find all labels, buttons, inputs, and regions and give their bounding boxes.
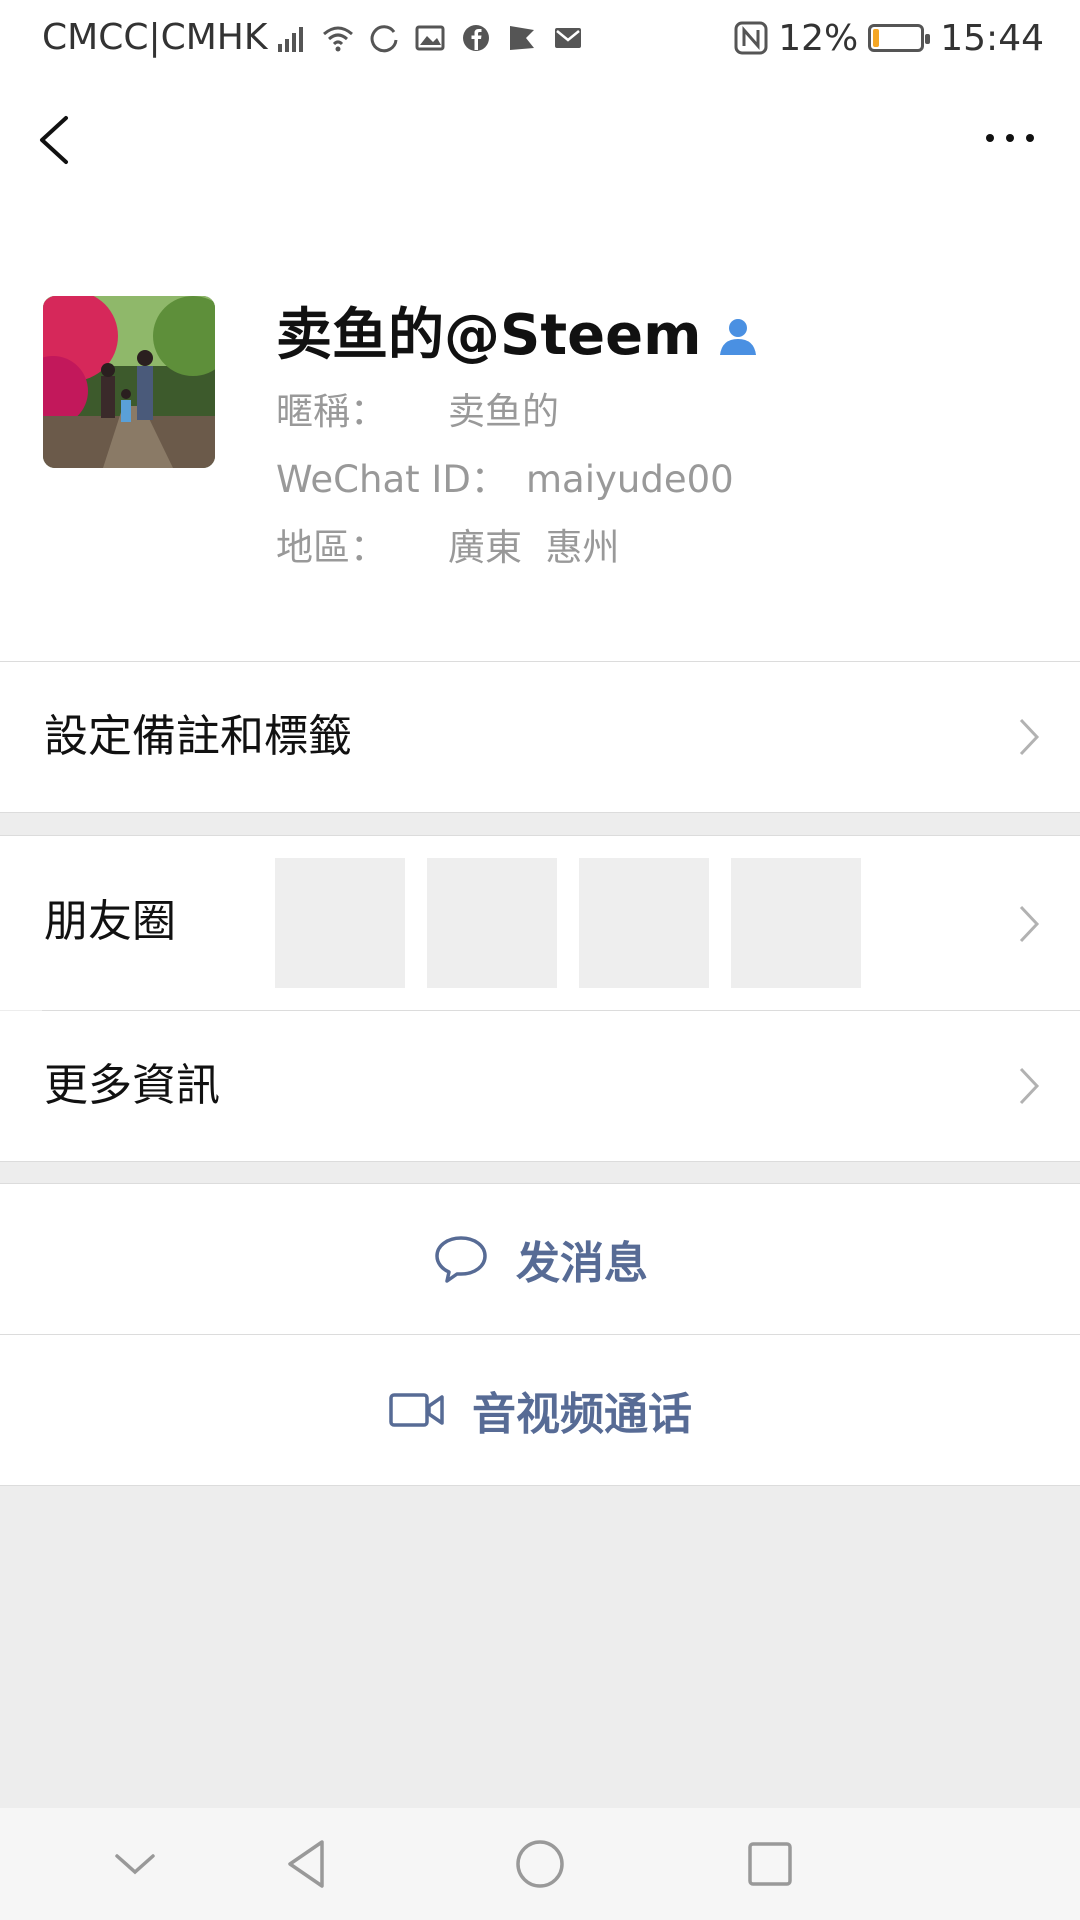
moments-thumbnail [275, 858, 405, 988]
chevron-right-icon [1019, 905, 1040, 943]
divider [0, 1161, 1080, 1162]
status-bar: CMCC|CMHK 12% 15:44 [0, 0, 1080, 76]
more-info-label: 更多資訊 [44, 1060, 220, 1111]
gallery-icon [415, 25, 445, 51]
mail-icon [555, 28, 581, 48]
more-options-icon[interactable] [984, 126, 1036, 150]
moments-thumbnail [579, 858, 709, 988]
system-nav-bar [0, 1808, 1080, 1920]
wechat-id-label: WeChat ID： [276, 458, 508, 501]
region-value: 廣東 惠州 [448, 526, 620, 569]
remark-tags-cell[interactable]: 設定備註和標籤 [0, 662, 1080, 812]
facebook-icon [463, 25, 489, 51]
divider [0, 1485, 1080, 1486]
avatar-photo [43, 296, 215, 468]
battery-percent: 12% [778, 17, 859, 59]
avatar[interactable] [43, 296, 215, 468]
top-nav [0, 76, 1080, 276]
nickname-value: 卖鱼的 [448, 390, 559, 433]
video-camera-icon [389, 1393, 444, 1427]
app-notification-icon [510, 26, 534, 50]
nickname-label: 暱稱： [276, 390, 387, 433]
status-icons [276, 18, 584, 58]
battery-icon [868, 24, 931, 52]
send-message-label: 发消息 [516, 1238, 648, 1289]
region-row: 地區： 廣東 惠州 [276, 524, 620, 572]
display-name: 卖鱼的@Steem [276, 303, 702, 368]
remark-tags-label: 設定備註和標籤 [44, 711, 352, 762]
moments-thumbnail [731, 858, 861, 988]
more-info-cell[interactable]: 更多資訊 [0, 1011, 1080, 1161]
profile-name-row: 卖鱼的@Steem [276, 300, 759, 372]
wechat-id-value: maiyude00 [526, 458, 734, 501]
nickname-row: 暱稱： 卖鱼的 [276, 388, 559, 436]
nav-back-icon[interactable] [278, 1834, 338, 1894]
send-message-button[interactable]: 发消息 [0, 1184, 1080, 1334]
back-icon[interactable] [34, 114, 74, 166]
nav-home-icon[interactable] [510, 1834, 570, 1894]
wifi-icon [323, 26, 353, 52]
sync-icon [370, 25, 398, 53]
moments-thumbnail [427, 858, 557, 988]
nfc-icon [734, 21, 768, 55]
wechat-id-row: WeChat ID： maiyude00 [276, 456, 734, 504]
divider [0, 812, 1080, 813]
status-right: 12% 15:44 [734, 14, 1044, 62]
nav-recents-icon[interactable] [740, 1834, 800, 1894]
chevron-right-icon [1019, 1067, 1040, 1105]
moments-label: 朋友圈 [44, 896, 176, 947]
carrier-label: CMCC|CMHK [42, 17, 268, 58]
signal-icon [278, 27, 303, 52]
chevron-right-icon [1019, 718, 1040, 756]
video-call-label: 音视频通话 [472, 1389, 692, 1440]
chat-bubble-icon [435, 1236, 487, 1283]
video-call-button[interactable]: 音视频通话 [0, 1335, 1080, 1485]
hide-keyboard-icon[interactable] [105, 1834, 165, 1894]
contact-person-icon [720, 319, 757, 355]
battery-level [873, 29, 880, 47]
clock: 15:44 [940, 17, 1044, 59]
region-label: 地區： [276, 526, 387, 569]
